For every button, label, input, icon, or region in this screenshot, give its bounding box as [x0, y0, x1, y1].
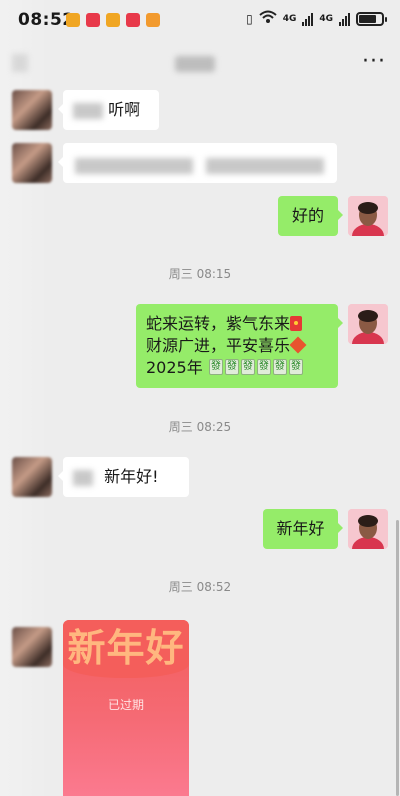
message-text: 好的 — [291, 206, 324, 225]
red-envelope-emoji-icon — [290, 316, 303, 331]
scrollbar[interactable] — [396, 520, 399, 796]
my-avatar[interactable] — [348, 196, 388, 236]
status-bar: 08:52 ▯ 4G 4G — [0, 0, 400, 40]
my-avatar[interactable] — [348, 509, 388, 549]
message-bubble-outgoing[interactable]: 蛇来运转，紫气东来 财源广进，平安喜乐 2025年 — [136, 304, 343, 388]
shop-app-icon — [86, 13, 100, 27]
message-bubble-incoming[interactable]: 听啊 — [58, 90, 159, 130]
message-text: 财源广进，平安喜乐 — [146, 336, 291, 355]
chat-title — [175, 56, 215, 72]
timestamp: 周三 08:25 — [168, 420, 232, 434]
video-app-icon — [146, 13, 160, 27]
message-bubble-incoming[interactable] — [58, 143, 337, 183]
status-right-group: ▯ 4G 4G — [246, 10, 387, 27]
contact-avatar[interactable] — [12, 90, 52, 130]
message-text: 2025年 — [146, 358, 203, 377]
contact-avatar[interactable] — [12, 627, 52, 667]
shop-app-icon — [106, 13, 120, 27]
message-bubble-outgoing[interactable]: 新年好 — [263, 509, 343, 549]
mahjong-fa-emoji-icon — [272, 359, 287, 375]
message-text: 听啊 — [108, 100, 141, 119]
chat-header: ··· — [0, 40, 400, 88]
back-button[interactable] — [12, 54, 28, 72]
message-bubble-outgoing[interactable]: 好的 — [278, 196, 343, 236]
blurred-text — [73, 469, 93, 486]
timestamp: 周三 08:52 — [168, 580, 232, 594]
mahjong-fa-emoji-icon — [240, 359, 255, 375]
blurred-text — [75, 157, 193, 174]
red-packet[interactable]: 新年好 已过期 — [63, 620, 189, 796]
battery-icon — [356, 11, 387, 26]
my-avatar[interactable] — [348, 304, 388, 344]
mahjong-fa-emoji-icon — [224, 359, 239, 375]
network-4g-label-2: 4G — [319, 13, 333, 24]
message-text: 蛇来运转，紫气东来 — [146, 314, 291, 333]
signal-icon — [302, 12, 314, 26]
contact-avatar[interactable] — [12, 143, 52, 183]
blurred-text — [73, 102, 103, 119]
message-text: 新年好 — [276, 519, 325, 538]
mahjong-fa-emoji-icon — [256, 359, 271, 375]
mahjong-fa-emoji-icon — [288, 359, 303, 375]
signal-icon-2 — [339, 12, 350, 26]
red-packet-status: 已过期 — [107, 698, 144, 712]
timestamp: 周三 08:15 — [168, 267, 232, 281]
contact-avatar[interactable] — [12, 457, 52, 497]
blurred-text — [206, 157, 325, 174]
shop-app-icon — [126, 13, 140, 27]
vibrate-icon: ▯ — [246, 11, 253, 26]
wifi-icon — [259, 10, 277, 27]
more-options-button[interactable]: ··· — [362, 51, 386, 73]
mahjong-fa-emoji-icon — [208, 359, 223, 375]
message-text: 新年好! — [104, 467, 159, 486]
fortune-emoji-icon — [289, 336, 307, 354]
red-packet-greeting: 新年好 — [67, 626, 185, 670]
network-4g-label: 4G — [282, 13, 297, 24]
message-bubble-incoming[interactable]: 新年好! — [58, 457, 189, 497]
shop-app-icon — [66, 13, 80, 27]
